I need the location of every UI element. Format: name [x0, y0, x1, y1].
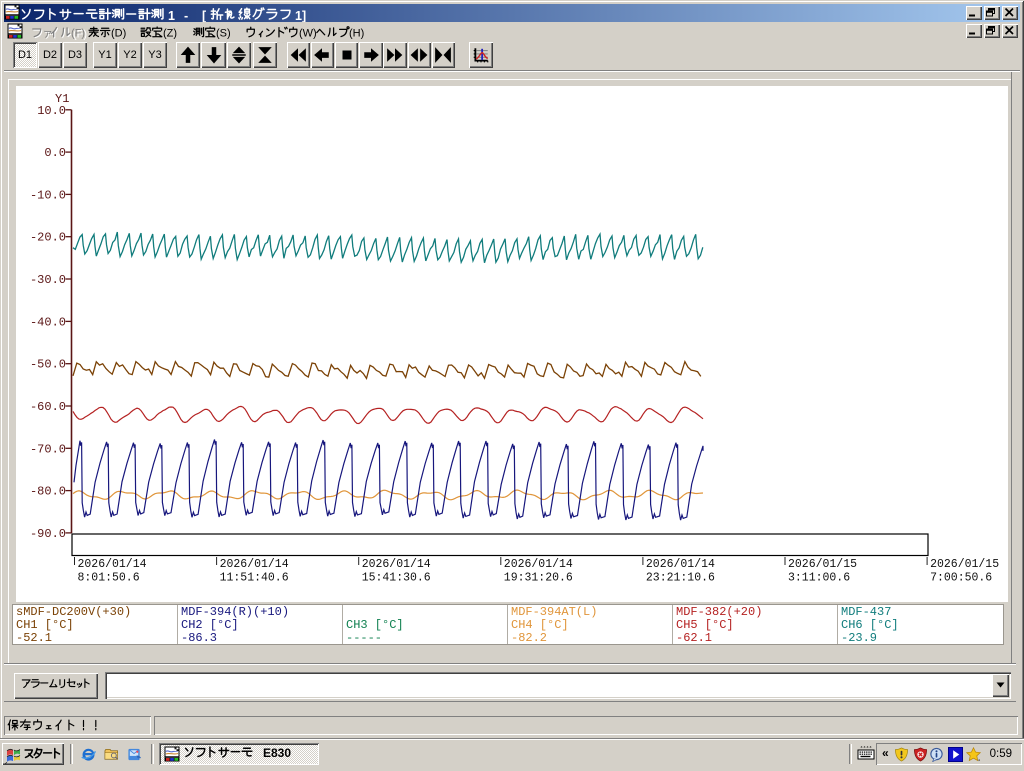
- svg-text:-10.0: -10.0: [30, 188, 66, 202]
- svg-text:E830: E830: [263, 746, 291, 760]
- svg-text:1: 1: [168, 9, 175, 23]
- svg-text:3:11:00.6: 3:11:00.6: [788, 572, 850, 585]
- svg-text:(D): (D): [111, 28, 126, 40]
- svg-text:(S): (S): [216, 28, 231, 40]
- svg-text:15:41:30.6: 15:41:30.6: [362, 572, 431, 585]
- svg-text:[: [: [202, 9, 207, 23]
- svg-text:-20.0: -20.0: [30, 231, 66, 245]
- svg-text:-40.0: -40.0: [30, 315, 66, 329]
- svg-text:2026/01/14: 2026/01/14: [646, 558, 715, 571]
- svg-text:2026/01/14: 2026/01/14: [504, 558, 573, 571]
- svg-text:7:00:50.6: 7:00:50.6: [930, 572, 992, 585]
- svg-text:10.0: 10.0: [37, 104, 66, 118]
- svg-text:23:21:10.6: 23:21:10.6: [646, 572, 715, 585]
- svg-text:(F): (F): [71, 28, 85, 40]
- svg-text:2026/01/14: 2026/01/14: [220, 558, 289, 571]
- svg-text:2026/01/14: 2026/01/14: [78, 558, 147, 571]
- svg-text:2026/01/15: 2026/01/15: [930, 558, 999, 571]
- svg-text:-50.0: -50.0: [30, 358, 66, 372]
- svg-text:-60.0: -60.0: [30, 400, 66, 414]
- svg-text:11:51:40.6: 11:51:40.6: [220, 572, 289, 585]
- svg-text:-70.0: -70.0: [30, 442, 66, 456]
- svg-text:-80.0: -80.0: [30, 485, 66, 499]
- svg-text:8:01:50.6: 8:01:50.6: [78, 572, 140, 585]
- svg-text:-90.0: -90.0: [30, 527, 66, 541]
- svg-text:19:31:20.6: 19:31:20.6: [504, 572, 573, 585]
- svg-text:2026/01/14: 2026/01/14: [362, 558, 431, 571]
- svg-text:1]: 1]: [295, 9, 306, 23]
- svg-text:0.0: 0.0: [44, 146, 66, 160]
- svg-text:-: -: [184, 9, 188, 23]
- svg-text:2026/01/15: 2026/01/15: [788, 558, 857, 571]
- svg-text:(Z): (Z): [163, 28, 177, 40]
- svg-text:-30.0: -30.0: [30, 273, 66, 287]
- svg-text:(H): (H): [349, 28, 364, 40]
- svg-text:(W): (W): [299, 28, 317, 40]
